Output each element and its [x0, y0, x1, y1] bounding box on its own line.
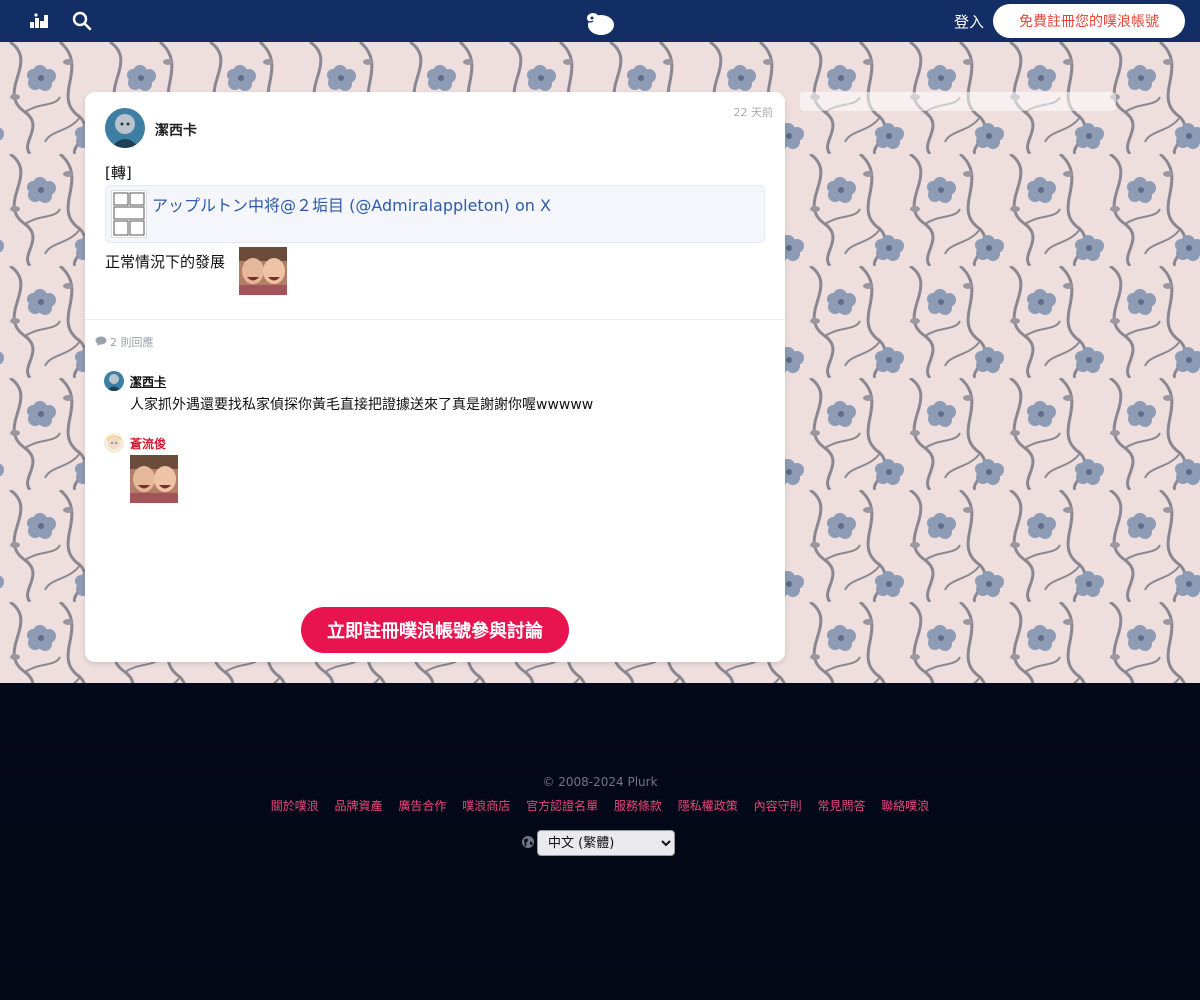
responder-name[interactable]: 潔西卡 [130, 373, 166, 390]
footer-link-shop[interactable]: 噗浪商店 [462, 799, 510, 813]
footer: © 2008-2024 Plurk 關於噗浪 品牌資產 廣告合作 噗浪商店 官方… [0, 683, 1200, 1000]
responder-avatar[interactable] [104, 371, 124, 391]
post-text: 正常情況下的發展 [105, 253, 226, 271]
post-content: [轉] アップルトン中将@２垢目 (@Admiralappleton) on X… [105, 162, 765, 295]
author-name[interactable]: 潔西卡 [155, 120, 197, 140]
laughing-sticker-image[interactable] [239, 247, 287, 295]
content-divider [85, 319, 785, 320]
link-title[interactable]: アップルトン中将@２垢目 (@Admiralappleton) on X [152, 192, 551, 216]
laughing-sticker-image[interactable] [130, 455, 178, 503]
footer-link-verified[interactable]: 官方認證名單 [526, 799, 598, 813]
language-selector-row: 中文 (繁體) [521, 830, 675, 856]
sidebar-placeholder [800, 92, 1116, 111]
footer-link-brand[interactable]: 品牌資產 [335, 799, 383, 813]
footer-link-about[interactable]: 關於噗浪 [271, 799, 319, 813]
reply-count-label: 2 則回應 [110, 336, 154, 349]
footer-link-privacy[interactable]: 隱私權政策 [678, 799, 738, 813]
footer-link-ads[interactable]: 廣告合作 [398, 799, 446, 813]
register-to-discuss-button[interactable]: 立即註冊噗浪帳號參與討論 [301, 607, 569, 653]
responder-name[interactable]: 蒼流俊 [130, 435, 166, 452]
link-thumbnail [111, 190, 147, 238]
plurk-card: 潔西卡 22 天前 [轉] アップルトン中将@２垢目 (@Admiralappl… [85, 92, 785, 662]
footer-link-guidelines[interactable]: 內容守則 [754, 799, 802, 813]
globe-icon [521, 834, 535, 853]
repost-tag: [轉] [105, 164, 132, 182]
stats-icon[interactable] [27, 9, 51, 33]
link-preview-card[interactable]: アップルトン中将@２垢目 (@Admiralappleton) on X [105, 185, 765, 243]
reply-count: 2 則回應 [95, 334, 154, 350]
footer-link-contact[interactable]: 聯絡噗浪 [881, 799, 929, 813]
plurk-logo-icon[interactable] [584, 9, 616, 37]
responder-avatar[interactable] [104, 433, 124, 453]
login-link[interactable]: 登入 [954, 11, 984, 32]
language-select[interactable]: 中文 (繁體) [537, 830, 675, 856]
footer-link-terms[interactable]: 服務條款 [614, 799, 662, 813]
author-avatar[interactable] [105, 108, 145, 148]
footer-link-faq[interactable]: 常見問答 [817, 799, 865, 813]
search-icon[interactable] [70, 9, 94, 33]
response-text: 人家抓外遇還要找私家偵探你黃毛直接把證據送來了真是謝謝你喔wwwww [130, 397, 594, 413]
top-navigation-bar: 登入 免費註冊您的噗浪帳號 [0, 0, 1200, 42]
signup-button[interactable]: 免費註冊您的噗浪帳號 [993, 4, 1185, 38]
footer-links: 關於噗浪 品牌資產 廣告合作 噗浪商店 官方認證名單 服務條款 隱私權政策 內容… [0, 797, 1200, 814]
speech-bubble-icon [95, 336, 107, 349]
copyright: © 2008-2024 Plurk [542, 775, 658, 789]
post-time: 22 天前 [733, 106, 774, 119]
